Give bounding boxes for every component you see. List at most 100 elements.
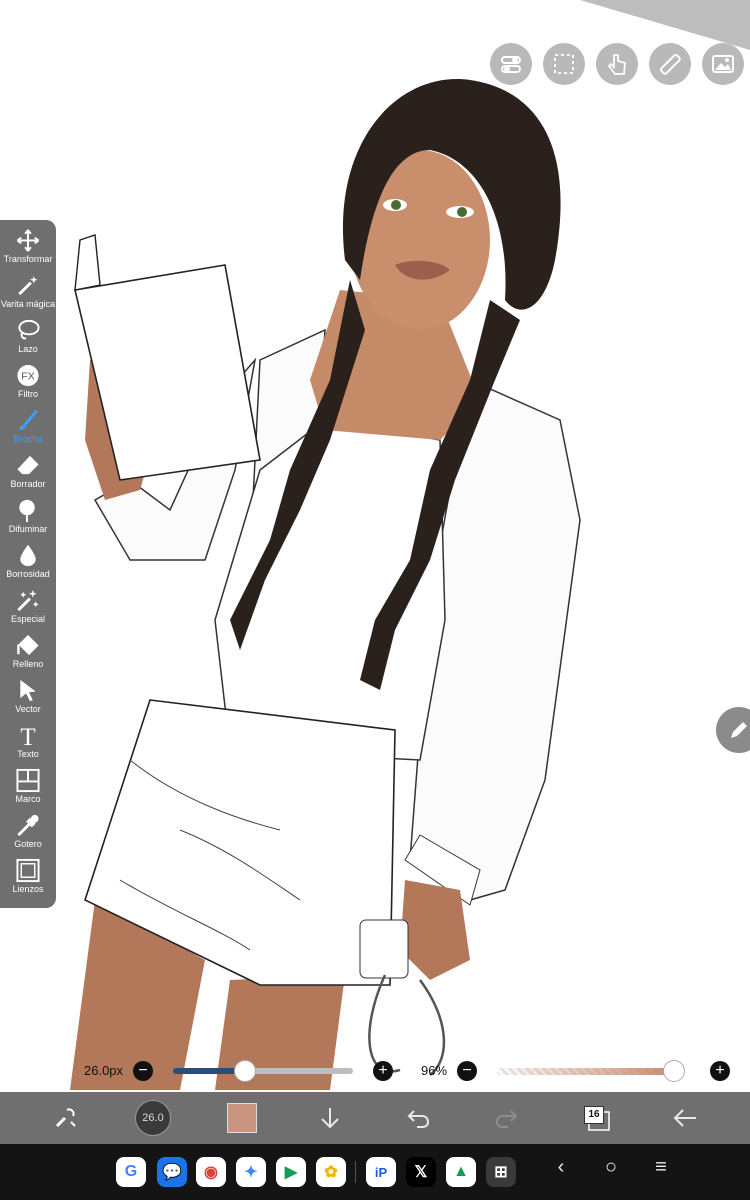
tool-panel: Transformar Varita mágica Lazo FX Filtro… [0,220,56,908]
tool-gotero[interactable]: Gotero [0,805,56,850]
selection-button[interactable] [543,43,585,85]
tool-difuminar[interactable]: Difuminar [0,490,56,535]
tool-lazo[interactable]: Lazo [0,310,56,355]
tool-texto[interactable]: T Texto [0,715,56,760]
drawing-canvas[interactable] [0,0,750,1090]
app-assistant[interactable]: ✦ [236,1157,266,1187]
tool-label: Gotero [14,839,42,849]
tool-label: Lazo [18,344,38,354]
color-button[interactable] [222,1092,262,1144]
toggle-icon [501,56,521,73]
tool-relleno[interactable]: Relleno [0,625,56,670]
tool-label: Filtro [18,389,38,399]
system-nav-bar: G 💬 ◉ ✦ ▶ ✿ iP 𝕏 ▲ ⊞ ‹ ○ ≡ [0,1144,750,1200]
redo-icon [495,1110,518,1128]
brush-size-knob[interactable] [234,1060,256,1082]
layers-count: 16 [584,1106,604,1124]
back-arrow-button[interactable] [665,1092,705,1144]
brush-size-readout: 26.0px [84,1063,124,1078]
current-color-swatch [227,1103,257,1133]
lasso-icon [18,319,40,340]
special-wand-icon [17,589,39,612]
brush-size-slider[interactable] [173,1060,353,1082]
ruler-icon [659,53,681,75]
tool-vector[interactable]: Vector [0,670,56,715]
opacity-slider[interactable] [497,1060,685,1082]
toggle-button[interactable] [490,43,532,85]
svg-text:FX: FX [21,370,35,382]
layers-button[interactable]: 16 [576,1092,616,1144]
size-minus-button[interactable]: − [133,1061,153,1081]
image-icon [712,55,734,73]
artwork-illustration [70,79,581,1090]
fx-icon: FX [17,364,39,387]
tool-label: Relleno [12,659,44,669]
app-photos[interactable]: ✿ [316,1157,346,1187]
svg-text:T: T [20,724,35,748]
nav-divider [355,1161,356,1183]
blur-drop-icon [20,544,36,567]
ruler-button[interactable] [649,43,691,85]
top-button-group [490,43,744,85]
tool-filtro[interactable]: FX Filtro [0,355,56,400]
tool-label: Lienzos [12,884,44,894]
text-icon: T [20,724,35,748]
eyedropper-icon [17,814,39,837]
tool-transformar[interactable]: Transformar [0,220,56,265]
download-button[interactable] [310,1092,350,1144]
brush-preview: 26.0 [135,1100,171,1136]
hand-gesture-icon [607,54,626,75]
nav-recents-button[interactable]: ≡ [646,1156,676,1179]
tool-label: Varita mágica [0,299,56,309]
app-x[interactable]: 𝕏 [406,1157,436,1187]
app-messages[interactable]: 💬 [157,1157,187,1187]
tool-label: Vector [15,704,41,714]
brush-icon [19,409,38,431]
app-play-store[interactable]: ▶ [276,1157,306,1187]
tool-label: Borrosidad [6,569,50,579]
app-ibispaint[interactable]: iP [366,1157,396,1187]
app-chrome[interactable]: ◉ [196,1157,226,1187]
move-arrows-icon [16,229,40,252]
redo-button[interactable] [487,1092,527,1144]
magic-wand-icon [18,275,38,296]
tool-label: Texto [17,749,39,759]
smudge-icon [19,499,35,523]
app-drive[interactable]: ▲ [446,1157,476,1187]
gesture-button[interactable] [596,43,638,85]
tool-label: Especial [10,614,46,624]
app-scanner[interactable]: ⊞ [486,1157,516,1187]
tool-label: Borrador [10,479,46,489]
tool-switch-button[interactable] [45,1092,85,1144]
opacity-minus-button[interactable]: − [457,1061,477,1081]
tool-especial[interactable]: Especial [0,580,56,625]
undo-button[interactable] [398,1092,438,1144]
tool-label: Transformar [3,254,53,264]
tool-label: Brocha [13,434,43,444]
tool-borrosidad[interactable]: Borrosidad [0,535,56,580]
nav-home-button[interactable]: ○ [596,1156,626,1179]
arrow-left-icon [673,1109,696,1127]
opacity-plus-button[interactable]: + [710,1061,730,1081]
tool-varita-magica[interactable]: Varita mágica [0,265,56,310]
opacity-knob[interactable] [662,1060,685,1082]
tool-borrador[interactable]: Borrador [0,445,56,490]
canvas-icon [16,858,40,883]
fill-bucket-icon [17,634,39,656]
brush-slider-row: 26.0px − + 96% − + [0,1058,750,1086]
tool-marco[interactable]: Marco [0,760,56,805]
reference-image-button[interactable] [702,43,744,85]
frame-icon [16,768,40,793]
pen-icon [731,722,747,738]
tool-label: Marco [15,794,41,804]
selection-icon [554,54,574,74]
app-google[interactable]: G [116,1157,146,1187]
tool-lienzos[interactable]: Lienzos [0,850,56,895]
brush-preview-button[interactable]: 26.0 [133,1092,173,1144]
arrow-down-icon [321,1108,339,1129]
layers-icon: 16 [584,1106,610,1131]
size-plus-button[interactable]: + [373,1061,393,1081]
tool-label: Difuminar [8,524,48,534]
nav-back-button[interactable]: ‹ [546,1156,576,1179]
tool-brocha[interactable]: Brocha [0,400,56,445]
